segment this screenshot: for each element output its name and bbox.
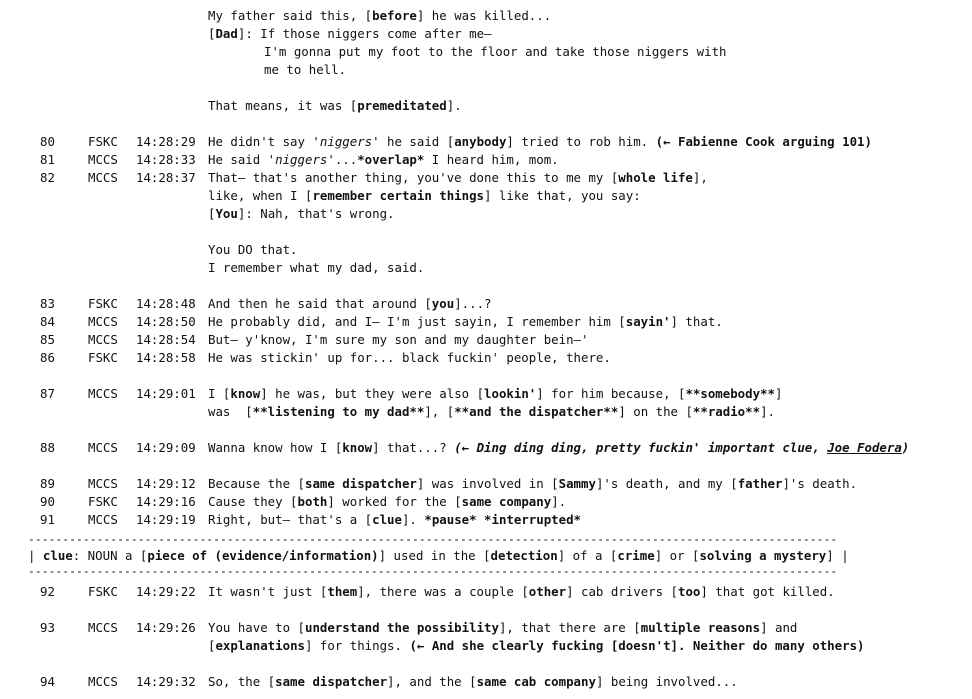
speaker-code: MCCS	[88, 476, 118, 491]
intro-line: My father said this, [before] he was kil…	[208, 8, 552, 23]
line-number: 94	[40, 674, 55, 689]
utterance: Because the [same dispatcher] was involv…	[208, 476, 858, 491]
utterance: I remember what my dad, said.	[208, 260, 425, 275]
timestamp: 14:28:29	[136, 134, 196, 149]
speaker-code: MCCS	[88, 170, 118, 185]
line-number: 93	[40, 620, 55, 635]
utterance: And then he said that around [you]...?	[208, 296, 492, 311]
utterance: Cause they [both] worked for the [same c…	[208, 494, 567, 509]
utterance: He probably did, and I– I'm just sayin, …	[208, 314, 723, 329]
line-number: 83	[40, 296, 55, 311]
utterance: [explanations] for things. (← And she cl…	[208, 638, 865, 653]
utterance: I [know] he was, but they were also [loo…	[208, 386, 783, 401]
timestamp: 14:29:32	[136, 674, 196, 689]
line-number: 89	[40, 476, 55, 491]
speaker-code: FSKC	[88, 296, 118, 311]
definition-rule-top: ----------------------------------------…	[28, 532, 838, 546]
speaker-code: MCCS	[88, 314, 118, 329]
speaker-code: MCCS	[88, 620, 118, 635]
utterance: He didn't say 'niggers' he said [anybody…	[208, 134, 872, 149]
line-number: 87	[40, 386, 55, 401]
timestamp: 14:29:01	[136, 386, 196, 401]
intro-line: I'm gonna put my foot to the floor and t…	[264, 44, 727, 59]
line-number: 80	[40, 134, 55, 149]
line-number: 82	[40, 170, 55, 185]
timestamp: 14:29:22	[136, 584, 196, 599]
timestamp: 14:29:19	[136, 512, 196, 527]
definition-rule-bottom: ----------------------------------------…	[28, 564, 838, 578]
timestamp: 14:29:09	[136, 440, 196, 455]
timestamp: 14:28:48	[136, 296, 196, 311]
utterance: [You]: Nah, that's wrong.	[208, 206, 395, 221]
utterance: Wanna know how I [know] that...? (← Ding…	[208, 440, 910, 455]
timestamp: 14:28:50	[136, 314, 196, 329]
timestamp: 14:29:16	[136, 494, 196, 509]
speaker-code: MCCS	[88, 512, 118, 527]
speaker-code: MCCS	[88, 152, 118, 167]
timestamp: 14:28:37	[136, 170, 196, 185]
speaker-code: MCCS	[88, 386, 118, 401]
utterance: He said 'niggers'...*overlap* I heard hi…	[208, 152, 559, 167]
intro-line: That means, it was [premeditated].	[208, 98, 462, 113]
intro-line: [Dad]: If those niggers come after me–	[208, 26, 492, 41]
utterance: That– that's another thing, you've done …	[208, 170, 708, 185]
speaker-code: FSKC	[88, 134, 118, 149]
line-number: 92	[40, 584, 55, 599]
utterance: like, when I [remember certain things] l…	[208, 188, 641, 203]
speaker-code: MCCS	[88, 332, 118, 347]
speaker-code: FSKC	[88, 494, 118, 509]
speaker-code: MCCS	[88, 440, 118, 455]
timestamp: 14:28:54	[136, 332, 196, 347]
line-number: 91	[40, 512, 55, 527]
utterance: was [**listening to my dad**], [**and th…	[208, 404, 775, 419]
speaker-code: FSKC	[88, 584, 118, 599]
utterance: You have to [understand the possibility]…	[208, 620, 798, 635]
line-number: 88	[40, 440, 55, 455]
utterance: He was stickin' up for... black fuckin' …	[208, 350, 611, 365]
utterance: You DO that.	[208, 242, 298, 257]
speaker-code: FSKC	[88, 350, 118, 365]
timestamp: 14:28:33	[136, 152, 196, 167]
utterance: It wasn't just [them], there was a coupl…	[208, 584, 835, 599]
line-number: 81	[40, 152, 55, 167]
line-number: 84	[40, 314, 55, 329]
intro-line: me to hell.	[264, 62, 347, 77]
timestamp: 14:29:26	[136, 620, 196, 635]
timestamp: 14:29:12	[136, 476, 196, 491]
line-number: 85	[40, 332, 55, 347]
speaker-code: MCCS	[88, 674, 118, 689]
utterance: Right, but– that's a [clue]. *pause* *in…	[208, 512, 582, 527]
line-number: 86	[40, 350, 55, 365]
line-number: 90	[40, 494, 55, 509]
timestamp: 14:28:58	[136, 350, 196, 365]
utterance: But– y'know, I'm sure my son and my daug…	[208, 332, 589, 347]
utterance: So, the [same dispatcher], and the [same…	[208, 674, 738, 689]
